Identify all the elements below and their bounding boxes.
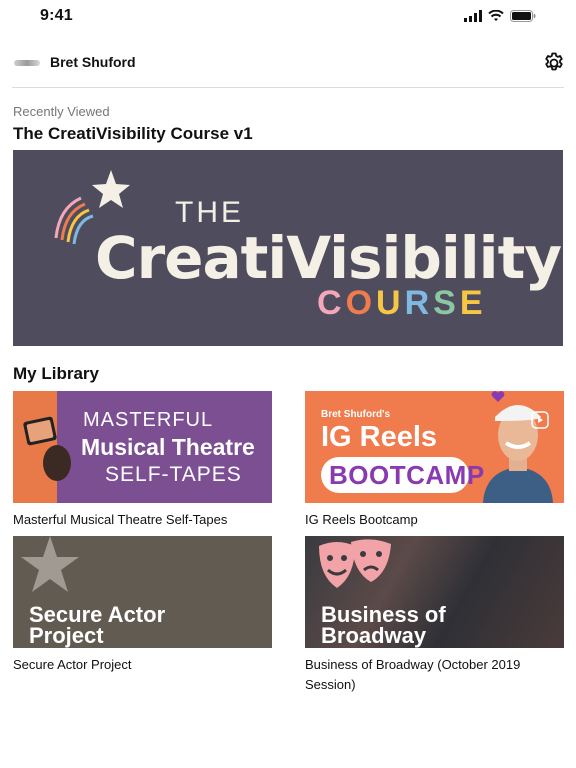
banner-letter: C — [317, 284, 346, 322]
library-item-ig-reels[interactable]: Bret Shuford's IG Reels BOOTCAMP IG Reel… — [305, 391, 564, 530]
course-thumbnail: Secure Actor Project — [13, 536, 272, 648]
signal-icon — [464, 10, 482, 22]
battery-icon — [510, 10, 536, 22]
banner-letter: S — [433, 284, 460, 322]
theatre-masks-icon — [319, 539, 391, 588]
recently-viewed-label: Recently Viewed — [13, 104, 110, 119]
banner-letter: R — [404, 284, 434, 322]
status-bar: 9:41 — [0, 0, 576, 34]
gear-icon[interactable] — [542, 51, 566, 75]
thumb-line: IG Reels — [321, 421, 438, 453]
thumbnail-title: Secure Actor Project — [29, 602, 166, 648]
phone-selfie-icon — [23, 416, 71, 481]
library-item-label: Secure Actor Project — [13, 657, 132, 672]
reels-icon — [531, 411, 549, 429]
banner-title: CreatiVisibility — [95, 224, 562, 292]
wifi-icon — [488, 10, 504, 21]
course-thumbnail: MASTERFUL Musical Theatre SELF-TAPES — [13, 391, 272, 503]
thumb-line: Musical Theatre — [81, 434, 255, 460]
header-divider — [12, 87, 564, 88]
recent-course-title[interactable]: The CreatiVisibility Course v1 — [13, 124, 253, 144]
thumb-line: SELF-TAPES — [105, 463, 242, 486]
thumb-line: Bret Shuford's — [321, 409, 391, 420]
status-time: 9:41 — [40, 7, 73, 24]
library-item-musical-theatre[interactable]: MASTERFUL Musical Theatre SELF-TAPES Mas… — [13, 391, 272, 530]
banner-letter: E — [459, 284, 487, 322]
thumb-line: MASTERFUL — [83, 409, 214, 431]
library-item-label: Masterful Musical Theatre Self-Tapes — [13, 512, 228, 527]
banner-course: COURSE — [317, 284, 487, 323]
heart-icon — [491, 391, 505, 402]
user-name: Bret Shuford — [50, 54, 136, 70]
thumb-line: Business of — [321, 602, 446, 627]
course-thumbnail: Business of Broadway — [305, 536, 564, 648]
course-thumbnail: Bret Shuford's IG Reels BOOTCAMP — [305, 391, 564, 503]
thumbnail-title: Business of Broadway — [321, 602, 446, 648]
library-title: My Library — [13, 364, 99, 383]
thumb-line: Broadway — [321, 623, 427, 648]
status-icons — [464, 10, 536, 22]
banner-letter: O — [345, 284, 377, 322]
avatar[interactable] — [14, 60, 40, 66]
library-item-label: IG Reels Bootcamp — [305, 512, 418, 527]
thumb-line: Secure Actor — [29, 602, 166, 627]
app-header: Bret Shuford — [0, 44, 576, 88]
star-icon — [21, 536, 79, 592]
banner-letter: U — [376, 284, 405, 322]
thumb-line: Project — [29, 623, 104, 648]
library-item-secure-actor[interactable]: Secure Actor Project Secure Actor Projec… — [13, 536, 272, 675]
recent-course-banner[interactable]: THE CreatiVisibility COURSE — [13, 150, 563, 346]
library-item-business-of-broadway[interactable]: Business of Broadway Business of Broadwa… — [305, 536, 564, 695]
person-photo-icon — [483, 405, 553, 503]
thumb-line: BOOTCAMP — [329, 460, 485, 490]
library-item-label: Business of Broadway (October 2019 Sessi… — [305, 657, 521, 692]
